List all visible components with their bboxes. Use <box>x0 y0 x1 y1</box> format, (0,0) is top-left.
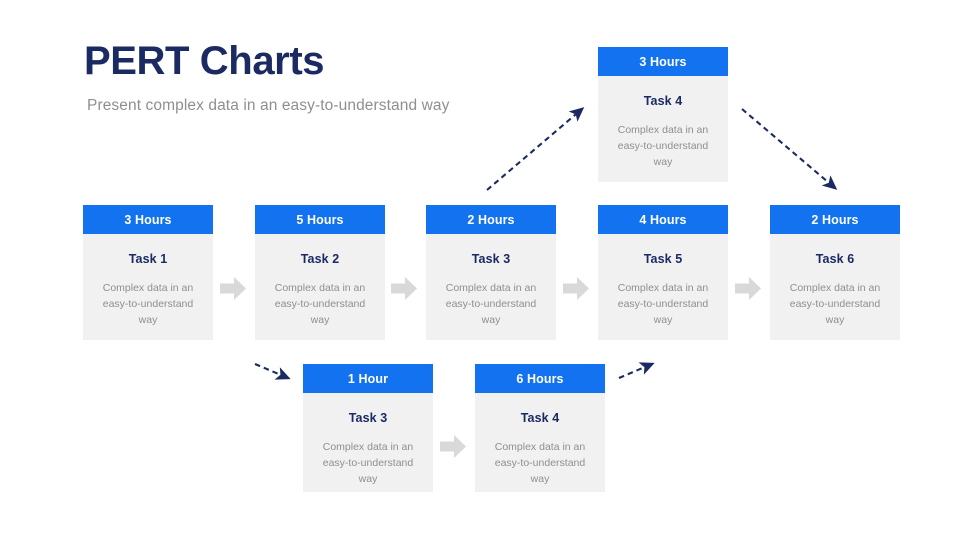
dashed-arrow-up-from-bottom-task4-icon <box>617 358 667 388</box>
card-description: Complex data in an easy-to-understand wa… <box>617 124 709 168</box>
card-hours-badge: 2 Hours <box>426 205 556 234</box>
dashed-arrow-down-from-top-task4-icon <box>740 100 850 195</box>
card-description: Complex data in an easy-to-understand wa… <box>617 282 709 326</box>
card-body: Task 5 Complex data in an easy-to-unders… <box>598 234 728 340</box>
card-task-title: Task 1 <box>128 252 168 266</box>
card-hours-badge: 5 Hours <box>255 205 385 234</box>
card-body: Task 3 Complex data in an easy-to-unders… <box>303 393 433 492</box>
card-body: Task 3 Complex data in an easy-to-unders… <box>426 234 556 340</box>
dashed-arrow-up-to-top-task4-icon <box>485 100 595 195</box>
page-title: PERT Charts <box>84 39 325 83</box>
card-bottom-task3[interactable]: 1 Hour Task 3 Complex data in an easy-to… <box>303 364 433 492</box>
slide-canvas: PERT Charts Present complex data in an e… <box>0 0 980 551</box>
card-task-title: Task 3 <box>471 252 511 266</box>
arrow-task1-to-task2-icon <box>220 277 246 300</box>
card-task-title: Task 3 <box>348 411 388 425</box>
card-hours-badge: 2 Hours <box>770 205 900 234</box>
dashed-arrow-down-to-bottom-task3-icon <box>253 358 303 388</box>
card-task-title: Task 5 <box>643 252 683 266</box>
card-mid-task5[interactable]: 4 Hours Task 5 Complex data in an easy-t… <box>598 205 728 340</box>
page-subtitle: Present complex data in an easy-to-under… <box>87 97 450 114</box>
card-description: Complex data in an easy-to-understand wa… <box>274 282 366 326</box>
card-description: Complex data in an easy-to-understand wa… <box>494 441 586 485</box>
card-body: Task 1 Complex data in an easy-to-unders… <box>83 234 213 340</box>
card-mid-task2[interactable]: 5 Hours Task 2 Complex data in an easy-t… <box>255 205 385 340</box>
card-body: Task 4 Complex data in an easy-to-unders… <box>598 76 728 182</box>
card-task-title: Task 4 <box>520 411 560 425</box>
card-description: Complex data in an easy-to-understand wa… <box>789 282 881 326</box>
arrow-task2-to-task3-icon <box>391 277 417 300</box>
card-hours-badge: 1 Hour <box>303 364 433 393</box>
card-mid-task1[interactable]: 3 Hours Task 1 Complex data in an easy-t… <box>83 205 213 340</box>
card-task-title: Task 4 <box>643 94 683 108</box>
card-bottom-task4[interactable]: 6 Hours Task 4 Complex data in an easy-t… <box>475 364 605 492</box>
card-mid-task3[interactable]: 2 Hours Task 3 Complex data in an easy-t… <box>426 205 556 340</box>
arrow-task5-to-task6-icon <box>735 277 761 300</box>
card-body: Task 6 Complex data in an easy-to-unders… <box>770 234 900 340</box>
card-hours-badge: 3 Hours <box>598 47 728 76</box>
card-description: Complex data in an easy-to-understand wa… <box>102 282 194 326</box>
card-body: Task 2 Complex data in an easy-to-unders… <box>255 234 385 340</box>
card-description: Complex data in an easy-to-understand wa… <box>322 441 414 485</box>
card-top-task4[interactable]: 3 Hours Task 4 Complex data in an easy-t… <box>598 47 728 182</box>
arrow-bottom-task3-to-task4-icon <box>440 435 466 458</box>
card-body: Task 4 Complex data in an easy-to-unders… <box>475 393 605 492</box>
card-hours-badge: 4 Hours <box>598 205 728 234</box>
arrow-task3-to-task5-icon <box>563 277 589 300</box>
card-hours-badge: 6 Hours <box>475 364 605 393</box>
card-hours-badge: 3 Hours <box>83 205 213 234</box>
card-description: Complex data in an easy-to-understand wa… <box>445 282 537 326</box>
card-task-title: Task 2 <box>300 252 340 266</box>
card-mid-task6[interactable]: 2 Hours Task 6 Complex data in an easy-t… <box>770 205 900 340</box>
card-task-title: Task 6 <box>815 252 855 266</box>
